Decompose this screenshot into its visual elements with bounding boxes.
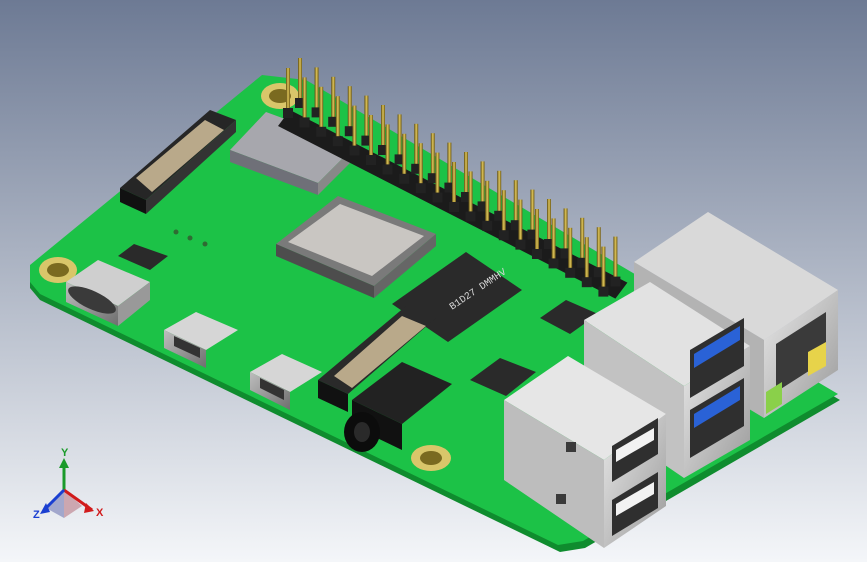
gpio-pin [414,123,419,170]
cad-viewport[interactable]: B1D27 DMMHV Y X Z [0,0,867,562]
gpio-pin-housing [366,155,376,165]
gpio-pin [497,170,502,217]
gpio-pin-housing [548,258,559,269]
gpio-pin [563,208,568,255]
gpio-pin-housing [565,267,576,278]
triad-label-z: Z [33,509,40,521]
gpio-pin [335,96,340,143]
mounting-hole [411,445,451,471]
gpio-pin-housing [332,136,343,147]
gpio-pin [364,95,369,142]
gpio-pin [369,115,373,161]
gpio-pin-housing [465,211,476,222]
gpio-pin [518,199,523,246]
model-canvas[interactable]: B1D27 DMMHV Y X Z [0,0,867,562]
gpio-pin [551,218,556,265]
gpio-pin [513,180,518,227]
gpio-pin [452,162,456,208]
gpio-pin-housing [299,117,310,128]
gpio-pin [314,67,319,114]
gpio-pin-housing [283,108,293,118]
gpio-pin [447,142,452,189]
gpio-pin [381,105,385,151]
gpio-pin-housing [316,126,327,137]
gpio-pin [464,152,468,198]
gpio-pin [435,152,440,199]
gpio-pin [547,199,551,245]
gpio-pin-housing [532,249,542,259]
gpio-pin [613,236,618,283]
gpio-pin [480,161,485,208]
gpio-pin [485,180,490,227]
gpio-pin [397,114,402,161]
gpio-pin-housing [399,173,410,184]
gpio-pin-housing [581,277,592,288]
gpio-pin-housing [415,183,426,194]
gpio-pin [584,237,589,284]
gpio-pin-housing [598,286,609,297]
gpio-pin [402,133,407,180]
gpio-pin [580,217,585,264]
gpio-pin [319,86,324,133]
gpio-pin-housing [382,164,393,175]
triad-label-x: X [96,507,104,519]
gpio-pin [530,189,535,236]
gpio-pin [501,190,506,237]
gpio-pin [430,133,435,180]
gpio-pin-housing [432,192,443,203]
gpio-pin [535,209,539,255]
gpio-pin [352,105,357,152]
gpio-pin [286,68,290,114]
gpio-pin-housing [482,220,493,231]
gpio-pin-housing [449,202,459,212]
gpio-pin-housing [610,276,621,287]
gpio-pin [385,124,390,171]
gpio-pin [331,76,336,123]
gpio-pin [596,227,601,274]
gpio-pin-housing [515,239,526,250]
gpio-pin [347,86,352,133]
gpio-pin [468,171,473,218]
gpio-pin [418,143,423,190]
gpio-pin [302,77,307,124]
gpio-pin-housing [498,230,509,241]
mounting-hole [261,83,299,109]
gpio-pin [298,58,302,104]
gpio-pin-housing [349,145,360,156]
gpio-pin [601,246,606,293]
gpio-pin [568,227,573,274]
triad-label-y: Y [61,447,69,459]
